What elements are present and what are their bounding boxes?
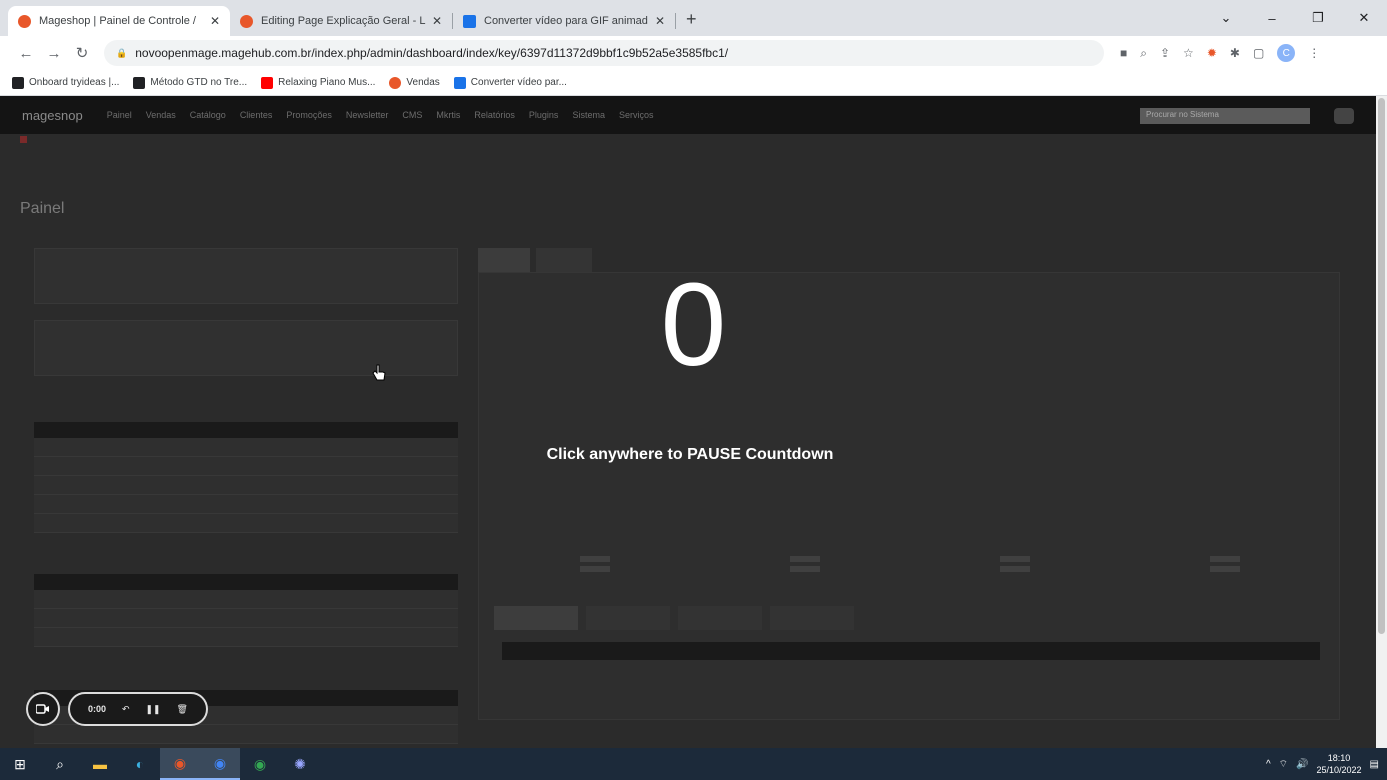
window-controls: ⌄ – ❐ ✕	[1203, 0, 1387, 36]
camera-toggle-button[interactable]	[26, 692, 60, 726]
countdown-overlay[interactable]: 0 Click anywhere to PAUSE Countdown 0:00…	[0, 96, 1376, 748]
video-camera-icon	[36, 704, 49, 714]
bookmark-label: Relaxing Piano Mus...	[278, 77, 376, 88]
tab-divider	[675, 13, 676, 29]
mageshop-favicon-icon	[18, 14, 31, 28]
camera-icon[interactable]: ■	[1120, 46, 1127, 60]
tab-mageshop[interactable]: Mageshop | Painel de Controle / ✕	[8, 6, 230, 36]
bookmark-vendas[interactable]: Vendas	[389, 76, 440, 89]
forward-arrow-icon[interactable]: →	[40, 45, 68, 62]
pause-icon[interactable]: ❚❚	[145, 704, 160, 715]
system-tray: ^ ⌔ 🔊 18:10 25/10/2022 ▤	[1266, 748, 1379, 780]
bookmark-label: Onboard tryideas |...	[29, 77, 120, 88]
settings-gear-icon[interactable]: ✺	[280, 748, 320, 780]
recorder-controls: 0:00 ↶ ❚❚ 🗑	[26, 692, 208, 726]
bookmark-label: Método GTD no Tre...	[150, 77, 248, 88]
bookmark-converter[interactable]: Converter vídeo par...	[453, 76, 567, 89]
sidepanel-icon[interactable]: ▢	[1253, 46, 1264, 60]
bookmark-label: Vendas	[406, 77, 440, 88]
screen: Mageshop | Painel de Controle / ✕ Editin…	[0, 0, 1387, 780]
recorder-timer: 0:00	[87, 704, 106, 714]
converter-favicon-icon	[463, 14, 476, 28]
bookmark-label: Converter vídeo par...	[470, 77, 567, 88]
show-hidden-icon[interactable]: ^	[1266, 759, 1271, 770]
close-tab-icon[interactable]: ✕	[210, 14, 220, 28]
share-icon[interactable]: ⇪	[1160, 46, 1170, 60]
browser-tabbar: Mageshop | Painel de Controle / ✕ Editin…	[0, 0, 1387, 36]
bookmark-onboard[interactable]: Onboard tryideas |...	[12, 76, 120, 89]
youtube-icon	[261, 76, 274, 89]
bookmark-gtd[interactable]: Método GTD no Tre...	[133, 76, 248, 89]
edge-browser-icon[interactable]: ◐	[120, 748, 160, 780]
bookmark-icon	[12, 76, 24, 89]
tab-editing-page[interactable]: Editing Page Explicação Geral - L ✕	[230, 6, 452, 36]
tab-search-icon[interactable]: ⌄	[1203, 10, 1249, 26]
zoom-icon[interactable]: ⌕	[1140, 46, 1147, 61]
page-scrollbar[interactable]	[1376, 96, 1387, 748]
recorder-pill: 0:00 ↶ ❚❚ 🗑	[68, 692, 208, 726]
chrome-browser-icon[interactable]: ◉	[160, 748, 200, 780]
address-toolbar: ← → ↻ 🔒 novoopenmage.magehub.com.br/inde…	[0, 36, 1387, 70]
scrollbar-thumb[interactable]	[1378, 98, 1385, 634]
minimize-button[interactable]: –	[1249, 11, 1295, 26]
pause-countdown-hint: Click anywhere to PAUSE Countdown	[546, 446, 834, 463]
extension-icons: ■ ⌕ ⇪ ☆ ✹ ✱ ▢ C ⋮	[1120, 44, 1320, 62]
tab-title: Editing Page Explicação Geral - L	[261, 15, 426, 27]
restart-icon[interactable]: ↶	[122, 704, 130, 715]
back-arrow-icon[interactable]: ←	[12, 45, 40, 62]
hand-cursor-icon	[372, 364, 386, 381]
notifications-icon[interactable]: ▤	[1370, 759, 1379, 770]
tab-title: Converter vídeo para GIF animad	[484, 15, 648, 27]
trash-icon[interactable]: 🗑	[177, 704, 188, 715]
bookmark-icon	[453, 76, 466, 89]
menu-kebab-icon[interactable]: ⋮	[1308, 46, 1320, 60]
puzzle-icon[interactable]: ✱	[1230, 46, 1240, 60]
new-tab-button[interactable]: +	[686, 9, 697, 30]
bookmark-star-icon[interactable]: ☆	[1183, 46, 1194, 60]
tab-converter[interactable]: Converter vídeo para GIF animad ✕	[453, 6, 675, 36]
url-field[interactable]: 🔒 novoopenmage.magehub.com.br/index.php/…	[104, 40, 1104, 66]
profile-avatar[interactable]: C	[1277, 44, 1296, 62]
bookmark-piano[interactable]: Relaxing Piano Mus...	[261, 76, 376, 89]
chrome-app-icon[interactable]: ◉	[240, 748, 280, 780]
bookmark-icon	[133, 76, 146, 89]
clock-time: 18:10	[1327, 753, 1351, 763]
extension-gear-icon[interactable]: ✹	[1207, 46, 1217, 60]
url-text: novoopenmage.magehub.com.br/index.php/ad…	[135, 46, 729, 60]
maximize-button[interactable]: ❐	[1295, 10, 1341, 26]
bookmarks-bar: Onboard tryideas |... Método GTD no Tre.…	[0, 70, 1387, 96]
windows-start-icon[interactable]: ⊞	[0, 748, 40, 780]
reload-icon[interactable]: ↻	[68, 44, 96, 62]
close-tab-icon[interactable]: ✕	[432, 14, 442, 28]
chrome-profile-icon[interactable]: ◉	[200, 748, 240, 780]
clock-date: 25/10/2022	[1316, 765, 1362, 775]
lock-icon: 🔒	[116, 47, 128, 58]
file-explorer-icon[interactable]: ▬	[80, 748, 120, 780]
tab-title: Mageshop | Painel de Controle /	[39, 15, 196, 27]
editing-page-favicon-icon	[240, 14, 253, 28]
close-window-button[interactable]: ✕	[1341, 10, 1387, 26]
taskbar-clock[interactable]: 18:10 25/10/2022	[1317, 752, 1362, 776]
volume-icon[interactable]: 🔊	[1296, 759, 1308, 770]
close-tab-icon[interactable]: ✕	[655, 14, 665, 28]
search-icon[interactable]: ⌕	[40, 748, 80, 780]
windows-taskbar: ⊞ ⌕ ▬ ◐ ◉ ◉ ◉ ✺ ^ ⌔ 🔊 18:10 25/10/2022 ▤	[0, 748, 1387, 780]
bookmark-icon	[389, 76, 402, 89]
network-icon[interactable]: ⌔	[1279, 758, 1288, 771]
countdown-number: 0	[660, 259, 727, 391]
